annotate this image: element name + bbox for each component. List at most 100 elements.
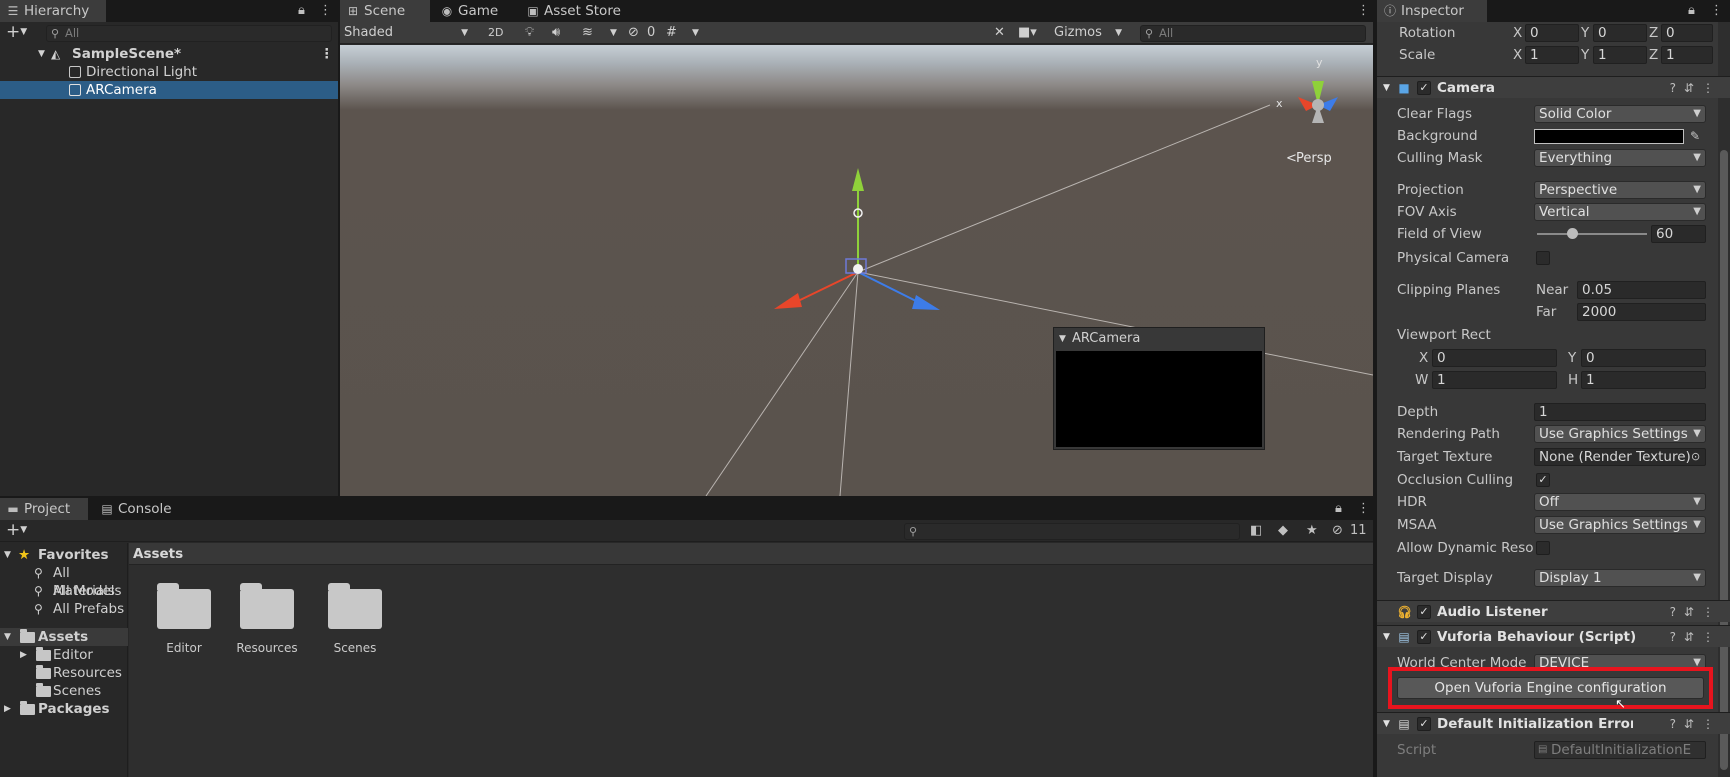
asset-folder-editor[interactable]: ▶ Editor bbox=[0, 646, 128, 664]
fov-axis-dropdown[interactable]: Vertical ▼ bbox=[1534, 203, 1706, 221]
component-tools-icons[interactable]: ?⇵⋮ bbox=[1670, 77, 1722, 99]
collapse-arrow-icon[interactable]: ▼ bbox=[1383, 77, 1390, 99]
tab-project[interactable]: ▬ Project bbox=[0, 498, 88, 520]
hierarchy-item-arcamera[interactable]: ARCamera bbox=[0, 81, 338, 99]
z-axis-handle[interactable] bbox=[857, 271, 919, 303]
expand-arrow-icon[interactable]: ▼ bbox=[4, 546, 11, 564]
tab-scene[interactable]: ⊞ Scene bbox=[340, 0, 430, 22]
near-field[interactable]: 0.05 bbox=[1577, 281, 1706, 299]
viewport-w-field[interactable]: 1 bbox=[1432, 371, 1557, 389]
depth-field[interactable]: 1 bbox=[1534, 403, 1706, 421]
fov-slider-track[interactable] bbox=[1537, 233, 1647, 235]
collapse-arrow-icon[interactable]: ▼ bbox=[1383, 713, 1390, 735]
rotation-y-field[interactable]: 0 bbox=[1593, 24, 1647, 42]
lighting-toggle-icon[interactable]: 💡︎ bbox=[525, 24, 534, 42]
default-init-checkbox[interactable]: ✓ bbox=[1417, 717, 1431, 731]
grid-folder-resources[interactable]: Resources bbox=[222, 583, 312, 655]
hierarchy-search-input[interactable]: ⚲ All bbox=[46, 25, 332, 42]
projection-dropdown[interactable]: Perspective ▼ bbox=[1534, 181, 1706, 199]
tools-icon[interactable]: ✕ bbox=[994, 24, 1005, 42]
scale-z-field[interactable]: 1 bbox=[1661, 46, 1713, 64]
viewport-y-field[interactable]: 0 bbox=[1581, 349, 1706, 367]
assets-row[interactable]: ▼ Assets bbox=[0, 628, 128, 646]
audio-toggle-icon[interactable]: 🔊︎ bbox=[552, 24, 560, 42]
asset-folder-scenes[interactable]: Scenes bbox=[0, 682, 128, 700]
audio-listener-checkbox[interactable]: ✓ bbox=[1417, 605, 1431, 619]
project-search-input[interactable]: ⚲ bbox=[904, 523, 1240, 540]
more-icon[interactable]: ⋮ bbox=[1357, 0, 1370, 22]
tab-console[interactable]: ▤ Console bbox=[94, 498, 188, 520]
fov-slider-thumb[interactable] bbox=[1567, 228, 1578, 239]
allow-dynamic-checkbox[interactable] bbox=[1536, 541, 1550, 555]
component-tools-icons[interactable]: ?⇵⋮ bbox=[1670, 713, 1722, 735]
grid-folder-editor[interactable]: Editor bbox=[139, 583, 229, 655]
more-icon[interactable]: ⋮ bbox=[1357, 498, 1370, 520]
target-texture-field[interactable]: None (Render Texture) bbox=[1534, 448, 1706, 466]
asset-folder-resources[interactable]: Resources bbox=[0, 664, 128, 682]
audio-listener-header[interactable]: 🎧︎ ✓ Audio Listener ?⇵⋮ bbox=[1377, 600, 1730, 622]
viewport-x-field[interactable]: 0 bbox=[1432, 349, 1557, 367]
grid-folder-scenes[interactable]: Scenes bbox=[310, 583, 400, 655]
camera-component-header[interactable]: ▼ ■ ✓ Camera ?⇵⋮ bbox=[1377, 76, 1730, 98]
expand-arrow-icon[interactable]: ▼ bbox=[38, 45, 45, 63]
favorite-item[interactable]: ⚲ All Materials bbox=[0, 564, 128, 599]
tab-inspector[interactable]: ⓘ Inspector bbox=[1377, 0, 1487, 22]
hidden-objects-icon[interactable]: ⊘ bbox=[628, 24, 639, 42]
clear-flags-dropdown[interactable]: Solid Color ▼ bbox=[1534, 105, 1706, 123]
physical-camera-checkbox[interactable] bbox=[1536, 251, 1550, 265]
collapse-arrow-icon[interactable]: ▼ bbox=[1059, 328, 1066, 350]
lock-icon[interactable]: 🔒︎ bbox=[1335, 498, 1342, 520]
camera-settings-icon[interactable]: ■▾ bbox=[1018, 24, 1037, 42]
default-init-header[interactable]: ▼ ▤ ✓ Default Initialization Error Har ?… bbox=[1377, 712, 1730, 734]
background-color-field[interactable] bbox=[1534, 129, 1684, 144]
x-axis-handle[interactable] bbox=[795, 271, 859, 303]
expand-arrow-icon[interactable]: ▶ bbox=[4, 700, 11, 718]
vuforia-behaviour-header[interactable]: ▼ ▤ ✓ Vuforia Behaviour (Script) ?⇵⋮ bbox=[1377, 625, 1730, 647]
more-icon[interactable]: ⋮ bbox=[319, 0, 332, 22]
z-axis-arrow[interactable] bbox=[912, 295, 940, 310]
x-axis-arrow[interactable] bbox=[774, 293, 802, 309]
favorite-star-icon[interactable]: ★ bbox=[1306, 520, 1318, 542]
occlusion-culling-checkbox[interactable]: ✓ bbox=[1536, 473, 1550, 487]
shading-mode-dropdown[interactable]: Shaded ▼ bbox=[344, 24, 472, 42]
lock-icon[interactable]: 🔒︎ bbox=[1688, 0, 1695, 22]
breadcrumb-assets[interactable]: Assets bbox=[133, 546, 183, 562]
hdr-dropdown[interactable]: Off ▼ bbox=[1534, 493, 1706, 511]
camera-enabled-checkbox[interactable]: ✓ bbox=[1417, 81, 1431, 95]
far-field[interactable]: 2000 bbox=[1577, 303, 1706, 321]
scene-viewport[interactable]: y x < Persp ▼ ARCamera bbox=[340, 45, 1373, 496]
hidden-packages-icon[interactable]: ⊘ bbox=[1332, 520, 1343, 542]
expand-arrow-icon[interactable]: ▼ bbox=[4, 628, 11, 646]
scene-more-icon[interactable]: ⋮ bbox=[320, 45, 334, 63]
search-by-label-icon[interactable]: ◆ bbox=[1278, 520, 1288, 542]
culling-mask-dropdown[interactable]: Everything ▼ bbox=[1534, 149, 1706, 167]
effects-toggle-icon[interactable]: ≋ bbox=[582, 24, 593, 42]
tab-hierarchy[interactable]: ☰ Hierarchy bbox=[0, 0, 106, 22]
expand-arrow-icon[interactable]: ▶ bbox=[20, 646, 27, 664]
scene-row[interactable]: ▼ ◭ SampleScene* ⋮ bbox=[0, 45, 338, 63]
viewport-h-field[interactable]: 1 bbox=[1581, 371, 1706, 389]
tab-asset-store[interactable]: ▣ Asset Store bbox=[520, 0, 640, 22]
component-tools-icons[interactable]: ?⇵⋮ bbox=[1670, 601, 1722, 623]
rendering-path-dropdown[interactable]: Use Graphics Settings ▼ bbox=[1534, 425, 1706, 443]
camera-preview-header[interactable]: ▼ ARCamera bbox=[1054, 328, 1264, 350]
grid-toggle-icon[interactable]: # bbox=[666, 24, 677, 42]
persp-label[interactable]: Persp bbox=[1296, 151, 1332, 166]
vuforia-behaviour-checkbox[interactable]: ✓ bbox=[1417, 630, 1431, 644]
search-by-type-icon[interactable]: ◧ bbox=[1250, 520, 1262, 542]
favorite-item[interactable]: ⚲ All Models bbox=[0, 582, 128, 600]
gizmos-dropdown[interactable]: Gizmos ▼ bbox=[1054, 24, 1126, 42]
rotation-z-field[interactable]: 0 bbox=[1661, 24, 1713, 42]
favorite-item[interactable]: ⚲ All Prefabs bbox=[0, 600, 128, 618]
fov-value-field[interactable]: 60 bbox=[1651, 225, 1706, 243]
toggle-2d-button[interactable]: 2D bbox=[488, 24, 512, 42]
scale-x-field[interactable]: 1 bbox=[1525, 46, 1579, 64]
tab-game[interactable]: ◉ Game bbox=[434, 0, 516, 22]
open-vuforia-config-button[interactable]: Open Vuforia Engine configuration bbox=[1397, 677, 1704, 699]
hierarchy-item-directional-light[interactable]: Directional Light bbox=[0, 63, 338, 81]
msaa-dropdown[interactable]: Use Graphics Settings ▼ bbox=[1534, 516, 1706, 534]
eyedropper-icon[interactable]: ✎ bbox=[1690, 126, 1700, 146]
scale-y-field[interactable]: 1 bbox=[1593, 46, 1647, 64]
create-asset-button[interactable]: +▼ bbox=[6, 520, 27, 540]
component-tools-icons[interactable]: ?⇵⋮ bbox=[1670, 626, 1722, 648]
